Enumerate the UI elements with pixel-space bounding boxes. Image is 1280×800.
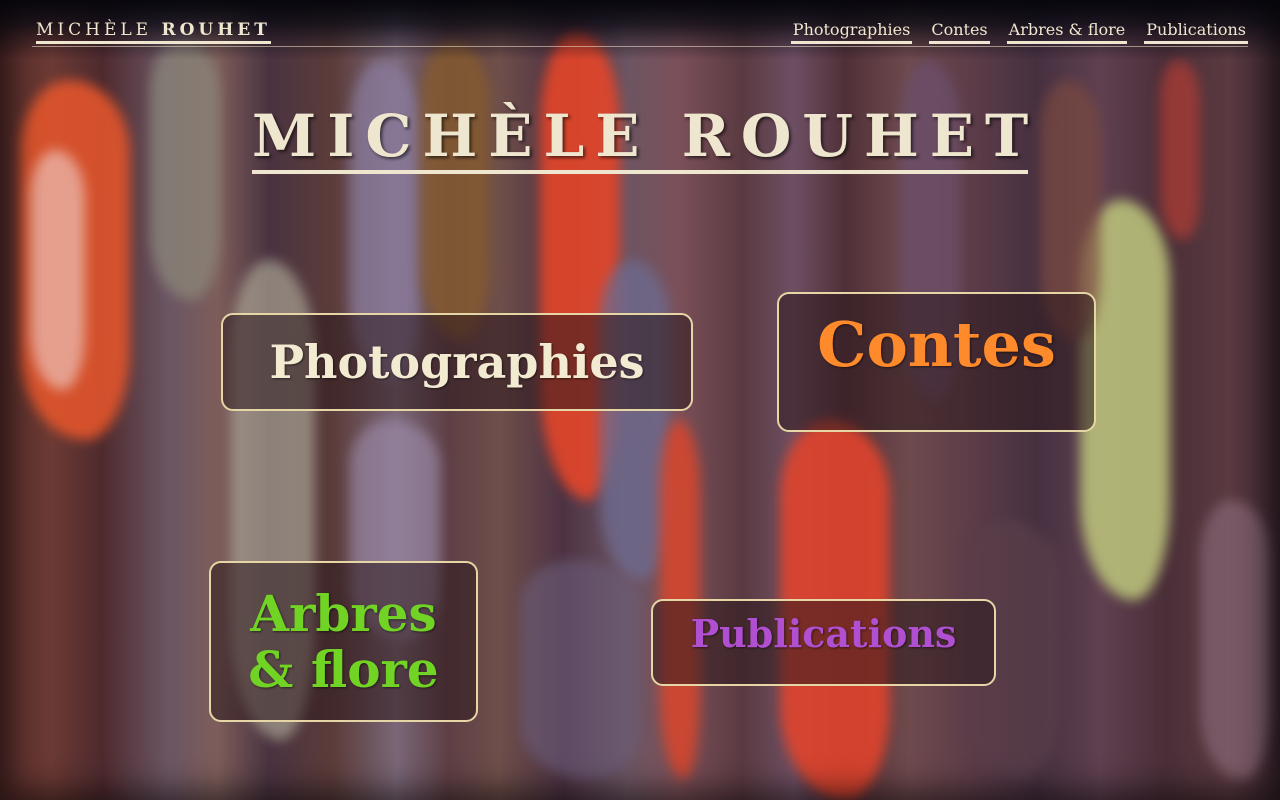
hero-title-last-name: ROUHET (681, 102, 1040, 170)
hero-title: MICHÈLE ROUHET (252, 100, 1028, 174)
card-contes-label: Contes (817, 308, 1056, 381)
card-contes[interactable]: Contes (777, 292, 1096, 432)
main-nav: Photographies Contes Arbres & flore Publ… (790, 20, 1248, 44)
nav-link-photographies[interactable]: Photographies (790, 20, 913, 44)
card-publications-label: Publications (690, 611, 957, 656)
hero-title-first-name: MICHÈLE (252, 102, 651, 170)
card-photographies-label: Photographies (269, 335, 645, 389)
nav-link-contes[interactable]: Contes (929, 20, 990, 44)
card-publications[interactable]: Publications (651, 599, 996, 686)
card-photographies[interactable]: Photographies (221, 313, 693, 411)
card-arbres-flore-line-1: Arbres (250, 583, 437, 643)
nav-link-arbres-flore[interactable]: Arbres & flore (1006, 20, 1128, 44)
site-title-link[interactable]: MICHÈLE ROUHET (36, 20, 271, 44)
card-arbres-flore-line-2: & flore (248, 639, 439, 699)
site-title-last-name: ROUHET (161, 20, 271, 40)
card-arbres-flore[interactable]: Arbres & flore (209, 561, 478, 722)
nav-link-publications[interactable]: Publications (1144, 20, 1248, 44)
page: MICHÈLE ROUHET Photographies Contes Arbr… (0, 0, 1280, 800)
card-arbres-flore-label: Arbres & flore (248, 583, 439, 699)
site-title-first-name: MICHÈLE (36, 20, 153, 40)
top-navigation-bar: MICHÈLE ROUHET Photographies Contes Arbr… (32, 0, 1248, 47)
